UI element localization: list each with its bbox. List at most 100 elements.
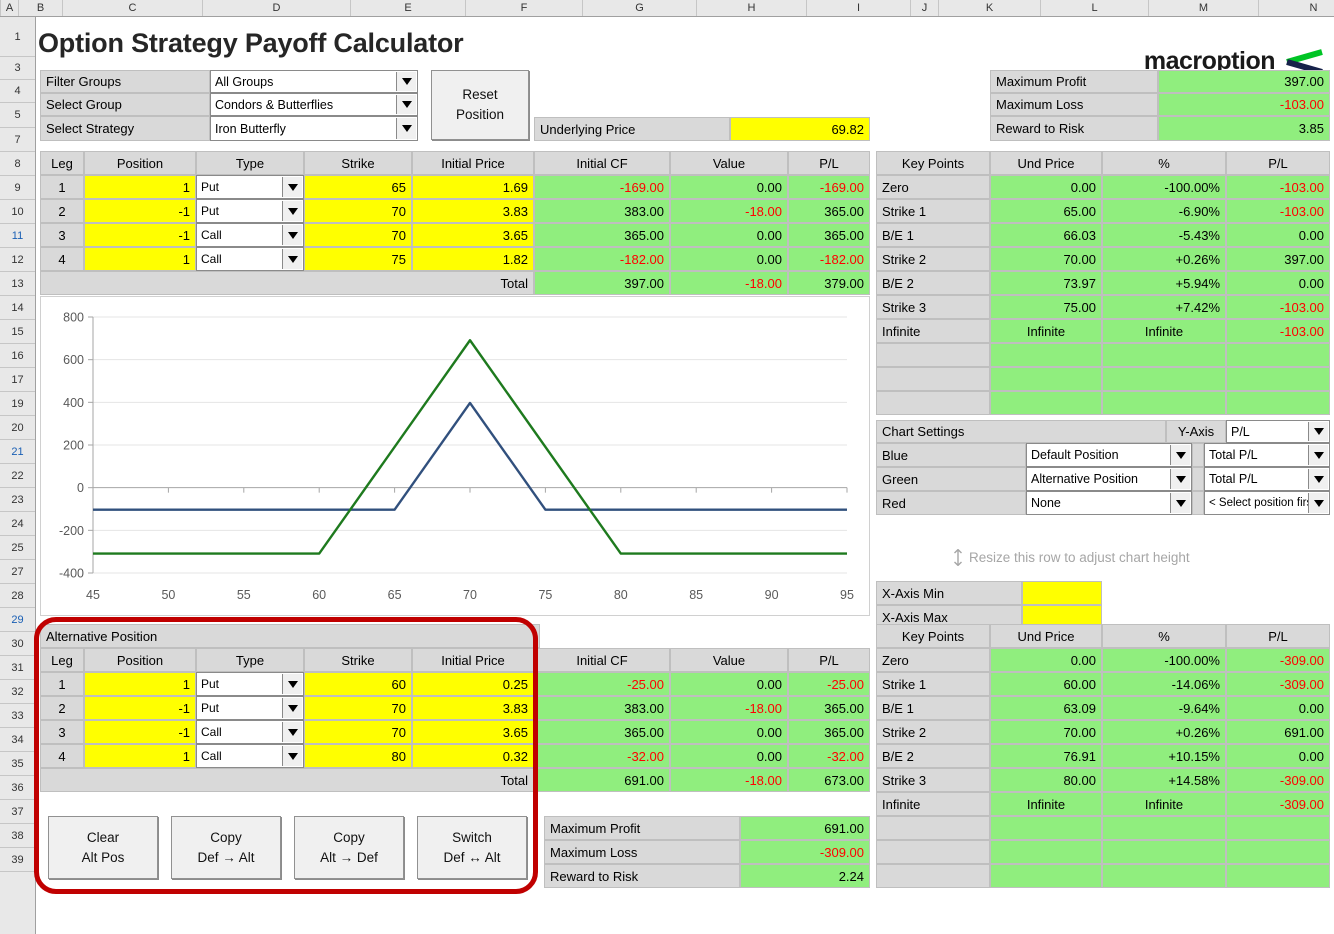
chevron-down-icon[interactable] xyxy=(282,177,302,197)
chevron-down-icon[interactable] xyxy=(282,249,302,269)
chevron-down-icon[interactable] xyxy=(1308,422,1328,441)
column-header-e[interactable]: E xyxy=(351,0,466,16)
alt-initial-price-input[interactable]: 3.83 xyxy=(412,696,534,720)
default-type-dropdown[interactable]: Call xyxy=(196,247,304,271)
default-type-dropdown[interactable]: Call xyxy=(196,223,304,247)
row-header-12[interactable]: 12 xyxy=(0,248,35,272)
column-header-j[interactable]: J xyxy=(911,0,939,16)
alt-type-dropdown[interactable]: Put xyxy=(196,672,304,696)
alt-initial-price-input[interactable]: 0.32 xyxy=(412,744,534,768)
chevron-down-icon[interactable] xyxy=(396,95,416,114)
row-header-14[interactable]: 14 xyxy=(0,296,35,320)
chevron-down-icon[interactable] xyxy=(1308,469,1328,489)
alt-type-dropdown[interactable]: Call xyxy=(196,744,304,768)
row-header-38[interactable]: 38 xyxy=(0,824,35,848)
column-header-g[interactable]: G xyxy=(583,0,697,16)
default-strike-input[interactable]: 75 xyxy=(304,247,412,271)
default-position-input[interactable]: -1 xyxy=(84,223,196,247)
column-header-f[interactable]: F xyxy=(466,0,583,16)
row-header-28[interactable]: 28 xyxy=(0,584,35,608)
row-header-35[interactable]: 35 xyxy=(0,752,35,776)
default-strike-input[interactable]: 65 xyxy=(304,175,412,199)
default-type-dropdown[interactable]: Put xyxy=(196,175,304,199)
row-header-24[interactable]: 24 xyxy=(0,512,35,536)
chevron-down-icon[interactable] xyxy=(282,201,302,221)
row-header-25[interactable]: 25 xyxy=(0,536,35,560)
row-header-17[interactable]: 17 xyxy=(0,368,35,392)
row-header-37[interactable]: 37 xyxy=(0,800,35,824)
default-initial-price-input[interactable]: 3.65 xyxy=(412,223,534,247)
select-strategy-dropdown[interactable]: Iron Butterfly xyxy=(210,116,418,141)
column-header-c[interactable]: C xyxy=(63,0,203,16)
default-position-input[interactable]: 1 xyxy=(84,247,196,271)
row-header-5[interactable]: 5 xyxy=(0,103,35,128)
row-header-36[interactable]: 36 xyxy=(0,776,35,800)
row-header-20[interactable]: 20 xyxy=(0,416,35,440)
series-position-dropdown-blue[interactable]: Default Position xyxy=(1026,443,1192,467)
alt-position-input[interactable]: 1 xyxy=(84,744,196,768)
column-header-k[interactable]: K xyxy=(939,0,1041,16)
row-header-4[interactable]: 4 xyxy=(0,80,35,103)
row-header-11[interactable]: 11 xyxy=(0,224,35,248)
row-header-32[interactable]: 32 xyxy=(0,680,35,704)
chevron-down-icon[interactable] xyxy=(396,72,416,91)
filter-groups-dropdown[interactable]: All Groups xyxy=(210,70,418,93)
y-axis-dropdown[interactable]: P/L xyxy=(1226,420,1330,443)
alt-button-clear-0[interactable]: Clear Alt Pos xyxy=(48,816,158,879)
row-header-7[interactable]: 7 xyxy=(0,128,35,152)
default-initial-price-input[interactable]: 3.83 xyxy=(412,199,534,223)
alt-type-dropdown[interactable]: Call xyxy=(196,720,304,744)
row-header-1[interactable]: 1 xyxy=(0,17,35,57)
alt-button-switch-3[interactable]: Switch Def ↔ Alt xyxy=(417,816,527,879)
row-header-23[interactable]: 23 xyxy=(0,488,35,512)
default-position-input[interactable]: 1 xyxy=(84,175,196,199)
alt-position-input[interactable]: -1 xyxy=(84,720,196,744)
chevron-down-icon[interactable] xyxy=(1308,493,1328,513)
alt-initial-price-input[interactable]: 3.65 xyxy=(412,720,534,744)
default-initial-price-input[interactable]: 1.82 xyxy=(412,247,534,271)
column-header-h[interactable]: H xyxy=(697,0,807,16)
chevron-down-icon[interactable] xyxy=(1308,445,1328,465)
default-strike-input[interactable]: 70 xyxy=(304,223,412,247)
row-header-10[interactable]: 10 xyxy=(0,200,35,224)
row-header-39[interactable]: 39 xyxy=(0,848,35,872)
x-axis-min-input[interactable] xyxy=(1022,581,1102,605)
alt-strike-input[interactable]: 70 xyxy=(304,720,412,744)
row-header-31[interactable]: 31 xyxy=(0,656,35,680)
alt-strike-input[interactable]: 60 xyxy=(304,672,412,696)
column-header-a[interactable]: A xyxy=(1,0,19,16)
column-header-i[interactable]: I xyxy=(807,0,911,16)
payoff-chart[interactable]: -400 -200 0 200 400 600 800 45 50 55 60 65 70 75 80 85 9… xyxy=(40,296,870,616)
chevron-down-icon[interactable] xyxy=(396,118,416,139)
alt-button-copy-1[interactable]: Copy Def → Alt xyxy=(171,816,281,879)
alt-button-copy-2[interactable]: Copy Alt → Def xyxy=(294,816,404,879)
row-header-21[interactable]: 21 xyxy=(0,440,35,464)
chevron-down-icon[interactable] xyxy=(282,698,302,718)
column-header-d[interactable]: D xyxy=(203,0,351,16)
chevron-down-icon[interactable] xyxy=(1170,445,1190,465)
alt-type-dropdown[interactable]: Put xyxy=(196,696,304,720)
alt-position-input[interactable]: 1 xyxy=(84,672,196,696)
row-header-9[interactable]: 9 xyxy=(0,176,35,200)
row-header-13[interactable]: 13 xyxy=(0,272,35,296)
column-header-n[interactable]: N xyxy=(1259,0,1334,16)
column-header-m[interactable]: M xyxy=(1149,0,1259,16)
select-group-dropdown[interactable]: Condors & Butterflies xyxy=(210,93,418,116)
select-all-corner[interactable] xyxy=(0,0,1,16)
chevron-down-icon[interactable] xyxy=(1170,493,1190,513)
row-header-16[interactable]: 16 xyxy=(0,344,35,368)
default-strike-input[interactable]: 70 xyxy=(304,199,412,223)
row-header-33[interactable]: 33 xyxy=(0,704,35,728)
alt-strike-input[interactable]: 80 xyxy=(304,744,412,768)
alt-initial-price-input[interactable]: 0.25 xyxy=(412,672,534,696)
chevron-down-icon[interactable] xyxy=(282,722,302,742)
series-position-dropdown-red[interactable]: None xyxy=(1026,491,1192,515)
row-header-8[interactable]: 8 xyxy=(0,152,35,176)
alt-position-input[interactable]: -1 xyxy=(84,696,196,720)
row-header-27[interactable]: 27 xyxy=(0,560,35,584)
row-header-34[interactable]: 34 xyxy=(0,728,35,752)
reset-position-button[interactable]: Reset Position xyxy=(431,70,529,140)
chevron-down-icon[interactable] xyxy=(282,674,302,694)
row-header-30[interactable]: 30 xyxy=(0,632,35,656)
row-header-19[interactable]: 19 xyxy=(0,392,35,416)
